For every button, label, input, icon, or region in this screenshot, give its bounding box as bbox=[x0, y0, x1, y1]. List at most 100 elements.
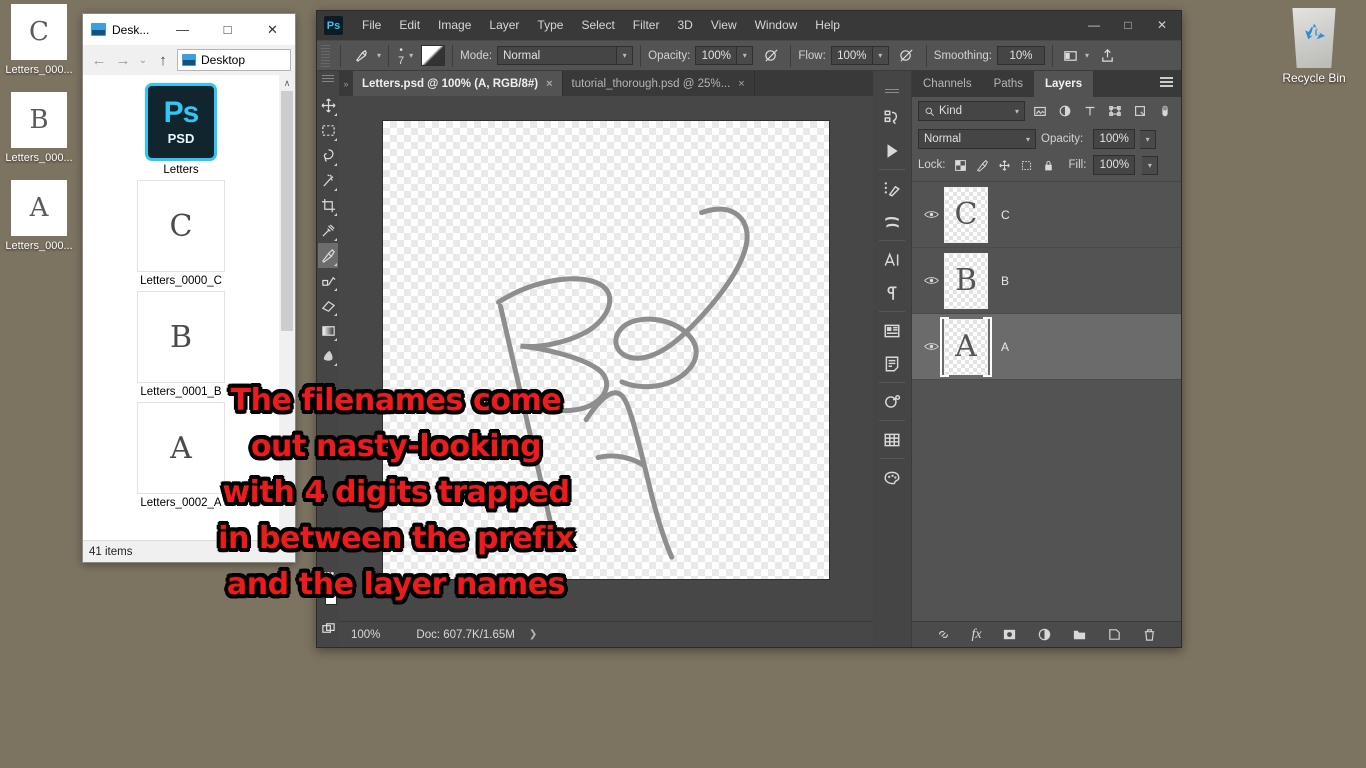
layer-opacity-chevron-down-icon[interactable]: ▾ bbox=[1140, 129, 1157, 149]
brush-size-value[interactable]: 7 bbox=[398, 55, 404, 66]
zoom-level[interactable]: 100% bbox=[351, 629, 380, 641]
brush-tool[interactable] bbox=[318, 243, 338, 268]
up-arrow-icon[interactable]: ↑ bbox=[151, 52, 175, 69]
filter-toggle-switch[interactable] bbox=[1155, 101, 1175, 121]
airbrush-toggle-icon[interactable] bbox=[895, 44, 919, 68]
smoothing-options-icon[interactable] bbox=[1060, 45, 1082, 67]
more-tools-icon[interactable] bbox=[318, 561, 338, 586]
lock-artboard-nesting-icon[interactable] bbox=[1019, 158, 1034, 173]
layer-row-b[interactable]: B B bbox=[912, 248, 1181, 314]
menu-item-3d[interactable]: 3D bbox=[668, 11, 701, 40]
menu-item-image[interactable]: Image bbox=[429, 11, 480, 40]
new-layer-icon[interactable] bbox=[1107, 627, 1122, 642]
3d-icon[interactable] bbox=[877, 385, 907, 418]
tools-panel-grip[interactable] bbox=[322, 75, 334, 82]
color-palette-icon[interactable] bbox=[877, 461, 907, 494]
current-brush-icon[interactable] bbox=[348, 44, 374, 68]
add-mask-icon[interactable] bbox=[1002, 627, 1017, 642]
explorer-scrollbar[interactable]: ∧ bbox=[279, 75, 295, 540]
clone-stamp-tool[interactable] bbox=[318, 268, 338, 293]
smoothing-input[interactable]: 10% bbox=[996, 46, 1045, 65]
filter-pixel-layers-icon[interactable] bbox=[1030, 101, 1050, 121]
desktop-icon-letters-b[interactable]: B Letters_000... bbox=[0, 92, 78, 164]
desktop-icon-letters-a[interactable]: A Letters_000... bbox=[0, 180, 78, 252]
explorer-maximize-button[interactable]: □ bbox=[205, 14, 250, 45]
history-icon[interactable] bbox=[877, 101, 907, 134]
file-item-letters-0000-c[interactable]: C Letters_0000_C bbox=[83, 180, 279, 287]
layer-blend-mode-select[interactable]: Normal ▾ bbox=[918, 129, 1036, 149]
rail-grip[interactable] bbox=[885, 89, 899, 95]
address-bar[interactable]: Desktop bbox=[177, 49, 291, 71]
screen-mode-icon[interactable] bbox=[318, 616, 338, 641]
desktop-icon-letters-c[interactable]: C Letters_000... bbox=[0, 4, 78, 76]
rectangular-marquee-tool[interactable] bbox=[318, 118, 338, 143]
brush-preset-picker-icon[interactable] bbox=[421, 45, 446, 66]
tab-channels[interactable]: Channels bbox=[912, 71, 983, 97]
adjustments-icon[interactable] bbox=[877, 314, 907, 347]
menu-item-help[interactable]: Help bbox=[806, 11, 849, 40]
menu-item-window[interactable]: Window bbox=[746, 11, 807, 40]
panel-menu-icon[interactable] bbox=[1160, 77, 1173, 89]
adjustment-layer-icon[interactable] bbox=[1037, 627, 1052, 642]
lock-all-icon[interactable] bbox=[1041, 158, 1056, 173]
crop-tool[interactable] bbox=[318, 193, 338, 218]
layer-filter-kind-select[interactable]: Kind ▾ bbox=[918, 101, 1025, 121]
file-item-letters-psd[interactable]: Ps PSD Letters bbox=[83, 83, 279, 176]
file-item-letters-0002-a[interactable]: A Letters_0002_A bbox=[83, 402, 279, 509]
gradient-tool[interactable] bbox=[318, 318, 338, 343]
brush-settings-icon[interactable] bbox=[877, 172, 907, 205]
flow-input[interactable]: 100% bbox=[830, 46, 873, 65]
layer-filter-chevron-down-icon[interactable]: ▾ bbox=[1015, 107, 1019, 116]
actions-play-icon[interactable] bbox=[877, 134, 907, 167]
explorer-close-button[interactable]: ✕ bbox=[250, 14, 295, 45]
scrollbar-thumb[interactable] bbox=[281, 91, 293, 331]
lock-transparent-pixels-icon[interactable] bbox=[953, 158, 968, 173]
brush-size-chevron-down-icon[interactable]: ▾ bbox=[409, 51, 413, 60]
tab-paths[interactable]: Paths bbox=[983, 71, 1034, 97]
layer-thumbnail[interactable]: A bbox=[940, 316, 992, 377]
tab-close-icon[interactable]: × bbox=[738, 78, 744, 90]
foreground-background-color-swatches[interactable] bbox=[318, 586, 338, 608]
canvas[interactable] bbox=[382, 120, 830, 580]
recent-locations-chevron-down-icon[interactable]: ⌄ bbox=[135, 55, 151, 66]
explorer-minimize-button[interactable]: — bbox=[160, 14, 205, 45]
menu-item-view[interactable]: View bbox=[702, 11, 746, 40]
layer-visibility-eye-icon[interactable] bbox=[918, 275, 944, 286]
status-expand-chevron-right-icon[interactable]: ❯ bbox=[529, 629, 537, 640]
move-tool[interactable] bbox=[318, 93, 338, 118]
filter-smart-objects-icon[interactable] bbox=[1130, 101, 1150, 121]
opacity-chevron-down-icon[interactable]: ▾ bbox=[737, 46, 754, 65]
link-layers-icon[interactable] bbox=[936, 627, 951, 642]
lock-image-pixels-icon[interactable] bbox=[975, 158, 990, 173]
magic-wand-tool[interactable] bbox=[318, 168, 338, 193]
filter-shape-layers-icon[interactable] bbox=[1105, 101, 1125, 121]
blur-tool[interactable] bbox=[318, 343, 338, 368]
menu-item-edit[interactable]: Edit bbox=[390, 11, 429, 40]
menu-item-type[interactable]: Type bbox=[528, 11, 572, 40]
explorer-title-bar[interactable]: Desk... — □ ✕ bbox=[83, 14, 295, 45]
layer-fill-input[interactable]: 100% bbox=[1093, 155, 1136, 175]
menu-item-layer[interactable]: Layer bbox=[480, 11, 528, 40]
filter-type-layers-icon[interactable] bbox=[1080, 101, 1100, 121]
blend-mode-chevron-down-icon[interactable]: ▾ bbox=[1026, 135, 1030, 144]
tab-strip-grip[interactable]: » bbox=[339, 71, 353, 96]
eyedropper-tool[interactable] bbox=[318, 218, 338, 243]
smoothing-chevron-down-icon[interactable]: ▾ bbox=[1085, 51, 1089, 60]
canvas-viewport[interactable] bbox=[339, 96, 873, 621]
layer-fill-chevron-down-icon[interactable]: ▾ bbox=[1142, 155, 1159, 175]
tab-letters-psd[interactable]: Letters.psd @ 100% (A, RGB/8#) × bbox=[353, 71, 563, 96]
delete-layer-icon[interactable] bbox=[1142, 627, 1157, 642]
tab-close-icon[interactable]: × bbox=[546, 78, 552, 90]
paragraph-icon[interactable] bbox=[877, 276, 907, 309]
filter-adjustment-layers-icon[interactable] bbox=[1055, 101, 1075, 121]
lock-position-icon[interactable] bbox=[997, 158, 1012, 173]
opacity-input[interactable]: 100% bbox=[695, 46, 738, 65]
menu-item-file[interactable]: File bbox=[353, 11, 390, 40]
background-color-swatch[interactable] bbox=[325, 593, 337, 605]
blend-mode-chevron-down-icon[interactable]: ▾ bbox=[617, 46, 634, 65]
back-arrow-icon[interactable]: ← bbox=[87, 52, 111, 69]
photoshop-maximize-button[interactable]: □ bbox=[1111, 11, 1145, 39]
blend-mode-select[interactable]: Normal bbox=[497, 46, 618, 65]
photoshop-minimize-button[interactable]: — bbox=[1077, 11, 1111, 39]
share-upload-icon[interactable] bbox=[1095, 45, 1119, 67]
